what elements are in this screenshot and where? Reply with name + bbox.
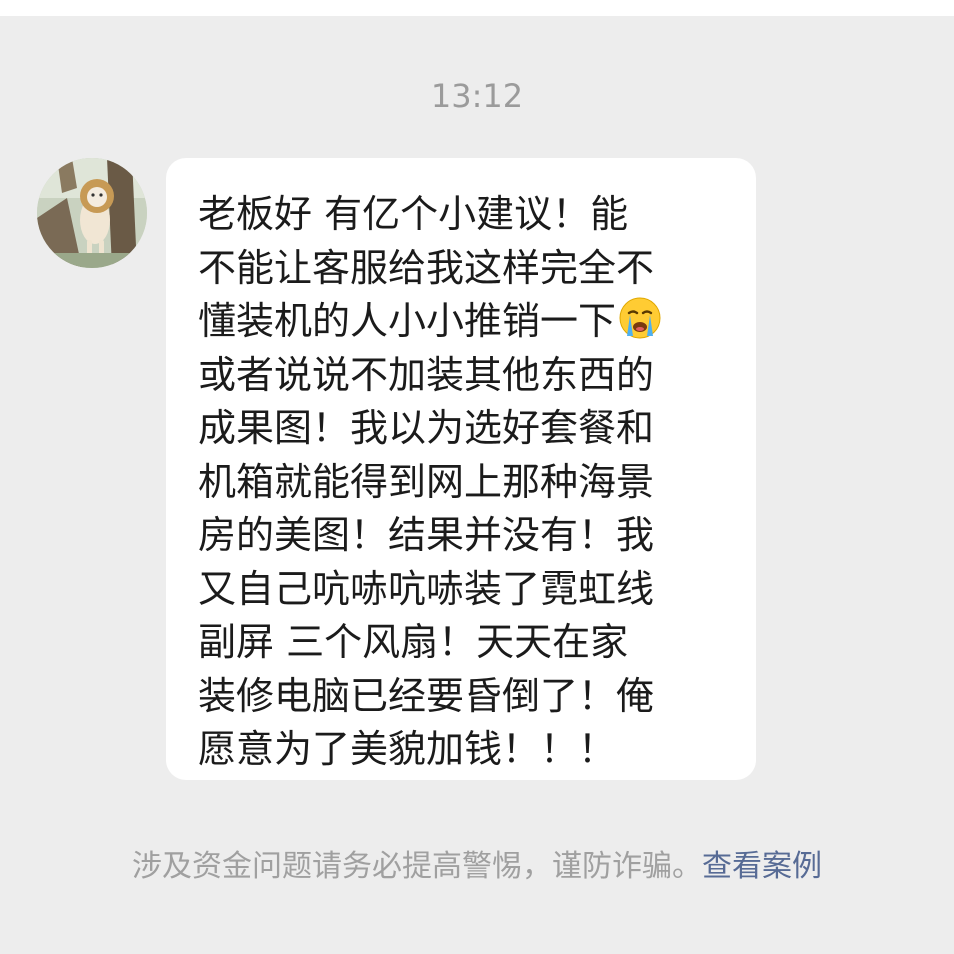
message-line-text: 懂装机的人小小推销一下 <box>198 299 617 343</box>
top-strip <box>0 0 954 16</box>
message-line: 不能让客服给我这样完全不 <box>198 245 655 290</box>
message-line: 装修电脑已经要昏倒了！俺 <box>198 673 655 718</box>
message-timestamp: 13:12 <box>430 77 524 115</box>
message-line: 成果图！我以为选好套餐和 <box>198 406 655 450</box>
message-line: 房的美图！结果并没有！我 <box>198 513 655 557</box>
view-cases-link[interactable]: 查看案例 <box>702 849 822 884</box>
avatar[interactable] <box>37 158 147 268</box>
message-line: 或者说说不加装其他东西的 <box>198 352 655 397</box>
avatar-image <box>37 158 147 268</box>
message-line: 又自己吭哧吭哧装了霓虹线 <box>198 566 655 611</box>
message-bubble[interactable]: 老板好 有亿个小建议！能 不能让客服给我这样完全不 懂装机的人小小推销一下 或者… <box>166 158 756 780</box>
chat-screen: 13:12 老板好 有亿个小建议！能 不能让客服给我这样完全不 懂装机的人小小推… <box>0 0 954 954</box>
message-line-with-emoji: 懂装机的人小小推销一下 <box>198 295 732 349</box>
message-line: 老板好 有亿个小建议！能 <box>198 192 629 236</box>
fraud-warning-text: 涉及资金问题请务必提高警惕，谨防诈骗。 <box>132 849 702 884</box>
message-line: 愿意为了美貌加钱！！！ <box>198 727 617 771</box>
crying-face-icon <box>618 296 662 340</box>
fraud-warning: 涉及资金问题请务必提高警惕，谨防诈骗。查看案例 <box>0 846 954 888</box>
message-line: 机箱就能得到网上那种海景 <box>198 459 655 504</box>
message-line: 副屏 三个风扇！天天在家 <box>198 620 629 664</box>
